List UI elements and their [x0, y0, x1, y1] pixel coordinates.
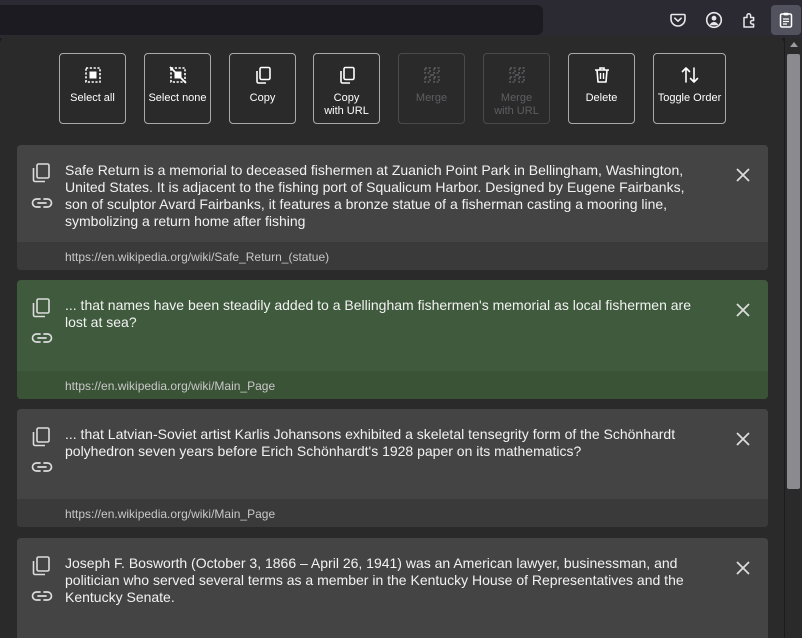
note-card-body[interactable]: Safe Return is a memorial to deceased fi…	[17, 145, 768, 270]
select-all-icon	[83, 64, 103, 86]
note-text: ... that Latvian-Soviet artist Karlis Jo…	[65, 426, 676, 459]
notes-sidebar-icon[interactable]	[771, 5, 801, 35]
note-card-body[interactable]: Joseph F. Bosworth (October 3, 1866 – Ap…	[17, 538, 768, 638]
close-icon[interactable]	[735, 431, 751, 447]
toggle-order-button[interactable]: Toggle Order	[653, 53, 726, 124]
note-card[interactable]: Safe Return is a memorial to deceased fi…	[17, 145, 768, 270]
copy-icon	[253, 64, 273, 86]
account-icon[interactable]	[701, 7, 727, 33]
link-icon[interactable]	[31, 331, 53, 345]
note-text: Safe Return is a memorial to deceased fi…	[65, 162, 685, 229]
copy-note-icon[interactable]	[32, 556, 50, 576]
link-icon[interactable]	[31, 589, 53, 603]
note-text: Joseph F. Bosworth (October 3, 1866 – Ap…	[65, 555, 684, 605]
note-card[interactable]: Joseph F. Bosworth (October 3, 1866 – Ap…	[17, 538, 768, 638]
select-none-label: Select none	[148, 92, 207, 104]
copy-label: Copy	[249, 92, 276, 104]
merge-label: Merge	[415, 92, 448, 104]
url-bar[interactable]	[0, 5, 543, 35]
scrollbar-thumb[interactable]	[787, 54, 800, 489]
note-card-body[interactable]: ... that Latvian-Soviet artist Karlis Jo…	[17, 409, 768, 527]
note-url[interactable]: https://en.wikipedia.org/wiki/Safe_Retur…	[65, 250, 329, 264]
merge-icon	[422, 64, 442, 86]
extensions-icon[interactable]	[737, 7, 763, 33]
link-icon[interactable]	[31, 196, 53, 210]
copy-button[interactable]: Copy	[229, 53, 296, 124]
delete-button[interactable]: Delete	[568, 53, 635, 124]
merge-button[interactable]: Merge	[398, 53, 465, 124]
close-icon[interactable]	[735, 167, 751, 183]
select-none-button[interactable]: Select none	[144, 53, 211, 124]
copy-note-icon[interactable]	[32, 163, 50, 183]
note-card-body[interactable]: ... that names have been steadily added …	[17, 280, 768, 399]
note-url[interactable]: https://en.wikipedia.org/wiki/Main_Page	[65, 507, 275, 521]
note-url[interactable]: https://en.wikipedia.org/wiki/Main_Page	[65, 379, 275, 393]
note-card-selected[interactable]: ... that names have been steadily added …	[17, 280, 768, 399]
note-card[interactable]: ... that Latvian-Soviet artist Karlis Jo…	[17, 409, 768, 527]
sort-arrows-icon	[680, 64, 700, 86]
select-none-icon	[168, 64, 188, 86]
link-icon[interactable]	[31, 460, 53, 474]
delete-label: Delete	[585, 92, 618, 104]
note-text: ... that names have been steadily added …	[65, 297, 692, 330]
merge-with-url-label: Merge with URL	[494, 92, 539, 117]
trash-icon	[592, 64, 612, 86]
copy-note-icon[interactable]	[32, 298, 50, 318]
select-all-label: Select all	[70, 92, 115, 104]
close-icon[interactable]	[735, 302, 751, 318]
copy-note-icon[interactable]	[32, 427, 50, 447]
copy-with-url-label: Copy with URL	[324, 92, 369, 117]
close-icon[interactable]	[735, 560, 751, 576]
merge-with-url-icon	[507, 64, 527, 86]
merge-with-url-button[interactable]: Merge with URL	[483, 53, 550, 124]
scroll-up-arrow-icon[interactable]	[790, 42, 798, 47]
pocket-icon[interactable]	[665, 7, 691, 33]
notes-panel: Select all Select none Copy Copy with UR…	[0, 36, 784, 638]
toggle-order-label: Toggle Order	[657, 92, 722, 104]
copy-with-url-button[interactable]: Copy with URL	[313, 53, 380, 124]
select-all-button[interactable]: Select all	[59, 53, 126, 124]
copy-with-url-icon	[337, 64, 357, 86]
browser-toolbar	[0, 0, 802, 38]
